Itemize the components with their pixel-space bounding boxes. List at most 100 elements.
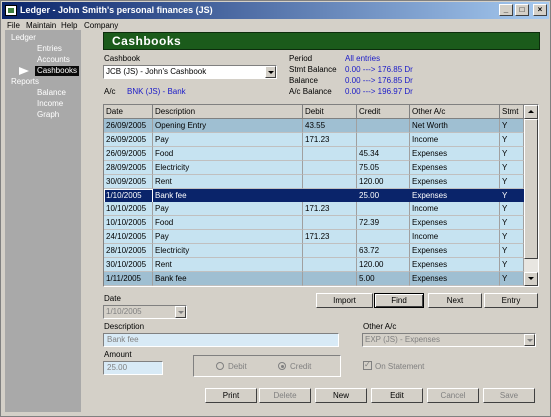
debit-label: Debit bbox=[228, 362, 247, 371]
credit-radio[interactable] bbox=[278, 362, 286, 370]
chevron-down-icon[interactable] bbox=[175, 306, 186, 318]
scroll-up-icon[interactable] bbox=[524, 105, 538, 119]
cell-credit: 72.39 bbox=[357, 216, 410, 231]
close-button[interactable]: × bbox=[533, 4, 547, 16]
column-header-other-ac[interactable]: Other A/c bbox=[410, 105, 500, 119]
next-button[interactable]: Next bbox=[428, 293, 482, 308]
column-header-debit[interactable]: Debit bbox=[303, 105, 357, 119]
balance-value: 0.00 ---> 176.85 Dr bbox=[345, 76, 413, 85]
other-ac-select[interactable]: EXP (JS) - Expenses bbox=[362, 333, 536, 347]
cell-credit: 75.05 bbox=[357, 160, 410, 175]
title-bar[interactable]: Ledger - John Smith's personal finances … bbox=[2, 2, 549, 19]
cashbook-select[interactable]: JCB (JS) - John's Cashbook bbox=[103, 65, 277, 79]
scroll-thumb[interactable] bbox=[524, 119, 538, 259]
column-header-credit[interactable]: Credit bbox=[357, 105, 410, 119]
cell-date: 26/09/2005 bbox=[104, 132, 153, 147]
sidebar-item-balance[interactable]: Balance bbox=[37, 88, 66, 98]
cell-date: 28/10/2005 bbox=[104, 244, 153, 259]
cell-date: 24/10/2005 bbox=[104, 230, 153, 245]
cell-stmt: Y bbox=[500, 258, 524, 272]
minimize-button[interactable]: _ bbox=[499, 4, 513, 16]
selected-arrow-icon bbox=[19, 67, 29, 75]
amount-label: Amount bbox=[104, 350, 132, 359]
page-title: Cashbooks bbox=[112, 34, 182, 48]
cell-date: 26/09/2005 bbox=[104, 146, 153, 161]
ledger-window: Ledger - John Smith's personal finances … bbox=[0, 0, 551, 417]
entry-button[interactable]: Entry bbox=[484, 293, 538, 308]
table-row[interactable]: 26/09/2005 Food 45.34 Expenses Y bbox=[104, 146, 524, 161]
cell-stmt: Y bbox=[500, 160, 524, 175]
find-button[interactable]: Find bbox=[374, 293, 424, 308]
date-field[interactable]: 1/10/2005 bbox=[103, 305, 187, 319]
cell-other: Expenses bbox=[410, 146, 500, 161]
import-button[interactable]: Import bbox=[316, 293, 373, 308]
cell-desc: Rent bbox=[153, 258, 303, 272]
sidebar-item-accounts[interactable]: Accounts bbox=[37, 55, 70, 65]
cell-stmt: Y bbox=[500, 132, 524, 147]
cell-debit bbox=[303, 160, 357, 175]
cell-desc: Bank fee bbox=[153, 188, 303, 203]
table-row[interactable]: 30/09/2005 Rent 120.00 Expenses Y bbox=[104, 174, 524, 189]
cell-date: 10/10/2005 bbox=[104, 202, 153, 217]
table-row[interactable]: 26/09/2005 Pay 171.23 Income Y bbox=[104, 132, 524, 147]
maximize-button[interactable]: □ bbox=[515, 4, 529, 16]
cell-desc: Opening Entry bbox=[153, 119, 303, 133]
chevron-down-icon[interactable] bbox=[524, 334, 535, 346]
sidebar-item-entries[interactable]: Entries bbox=[37, 44, 62, 54]
amount-field[interactable]: 25.00 bbox=[103, 361, 163, 375]
cell-debit bbox=[303, 146, 357, 161]
table-scrollbar[interactable] bbox=[524, 105, 538, 286]
sidebar-item-ledger[interactable]: Ledger bbox=[11, 33, 36, 43]
cell-desc: Pay bbox=[153, 202, 303, 217]
cell-debit bbox=[303, 258, 357, 272]
table-row[interactable]: 1/10/2005 Bank fee 25.00 Expenses Y bbox=[104, 188, 524, 203]
table-row[interactable]: 28/09/2005 Electricity 75.05 Expenses Y bbox=[104, 160, 524, 175]
cell-desc: Pay bbox=[153, 230, 303, 245]
sidebar-item-reports[interactable]: Reports bbox=[11, 77, 39, 87]
cell-date: 30/10/2005 bbox=[104, 258, 153, 272]
cancel-button[interactable]: Cancel bbox=[427, 388, 479, 403]
sidebar-item-income[interactable]: Income bbox=[37, 99, 63, 109]
debit-credit-group: Debit Credit bbox=[193, 355, 341, 377]
date-value: 1/10/2005 bbox=[106, 307, 142, 316]
scroll-down-icon[interactable] bbox=[524, 272, 538, 286]
save-button[interactable]: Save bbox=[483, 388, 535, 403]
cell-other: Expenses bbox=[410, 160, 500, 175]
new-button[interactable]: New bbox=[315, 388, 367, 403]
cell-debit: 171.23 bbox=[303, 230, 357, 245]
on-statement-checkbox[interactable] bbox=[363, 360, 372, 370]
sidebar: Ledger Entries Accounts Cashbooks Report… bbox=[5, 30, 81, 412]
column-header-date[interactable]: Date bbox=[104, 105, 153, 119]
sidebar-item-cashbooks[interactable]: Cashbooks bbox=[35, 66, 80, 76]
chevron-down-icon[interactable] bbox=[265, 66, 276, 78]
cashbook-selected: JCB (JS) - John's Cashbook bbox=[106, 67, 207, 76]
table-row[interactable]: 1/11/2005 Bank fee 5.00 Expenses Y bbox=[104, 271, 524, 286]
debit-radio[interactable] bbox=[216, 362, 224, 370]
other-ac-value: EXP (JS) - Expenses bbox=[365, 335, 440, 344]
table-row[interactable]: 28/10/2005 Electricity 63.72 Expenses Y bbox=[104, 244, 524, 259]
ac-value: BNK (JS) - Bank bbox=[127, 87, 186, 96]
sidebar-item-graph[interactable]: Graph bbox=[37, 110, 59, 120]
cell-debit bbox=[303, 216, 357, 231]
cell-date: 30/09/2005 bbox=[104, 174, 153, 189]
cell-date: 1/10/2005 bbox=[104, 188, 153, 203]
edit-button[interactable]: Edit bbox=[371, 388, 423, 403]
cell-date: 1/11/2005 bbox=[104, 271, 153, 286]
stmt-balance-value: 0.00 ---> 176.85 Dr bbox=[345, 65, 413, 74]
cell-debit bbox=[303, 244, 357, 259]
ac-balance-value: 0.00 ---> 196.97 Dr bbox=[345, 87, 413, 96]
print-button[interactable]: Print bbox=[205, 388, 257, 403]
description-field[interactable]: Bank fee bbox=[103, 333, 339, 347]
table-row[interactable]: 10/10/2005 Pay 171.23 Income Y bbox=[104, 202, 524, 217]
table-row[interactable]: 30/10/2005 Rent 120.00 Expenses Y bbox=[104, 258, 524, 272]
column-header-stmt[interactable]: Stmt bbox=[500, 105, 524, 119]
table-row[interactable]: 26/09/2005 Opening Entry 43.55 Net Worth Y bbox=[104, 119, 524, 133]
cell-credit bbox=[357, 119, 410, 133]
cell-other: Expenses bbox=[410, 188, 500, 203]
delete-button[interactable]: Delete bbox=[259, 388, 311, 403]
column-header-description[interactable]: Description bbox=[153, 105, 303, 119]
cell-credit: 5.00 bbox=[357, 271, 410, 286]
table-row[interactable]: 10/10/2005 Food 72.39 Expenses Y bbox=[104, 216, 524, 231]
table-row[interactable]: 24/10/2005 Pay 171.23 Income Y bbox=[104, 230, 524, 245]
cell-credit bbox=[357, 230, 410, 245]
